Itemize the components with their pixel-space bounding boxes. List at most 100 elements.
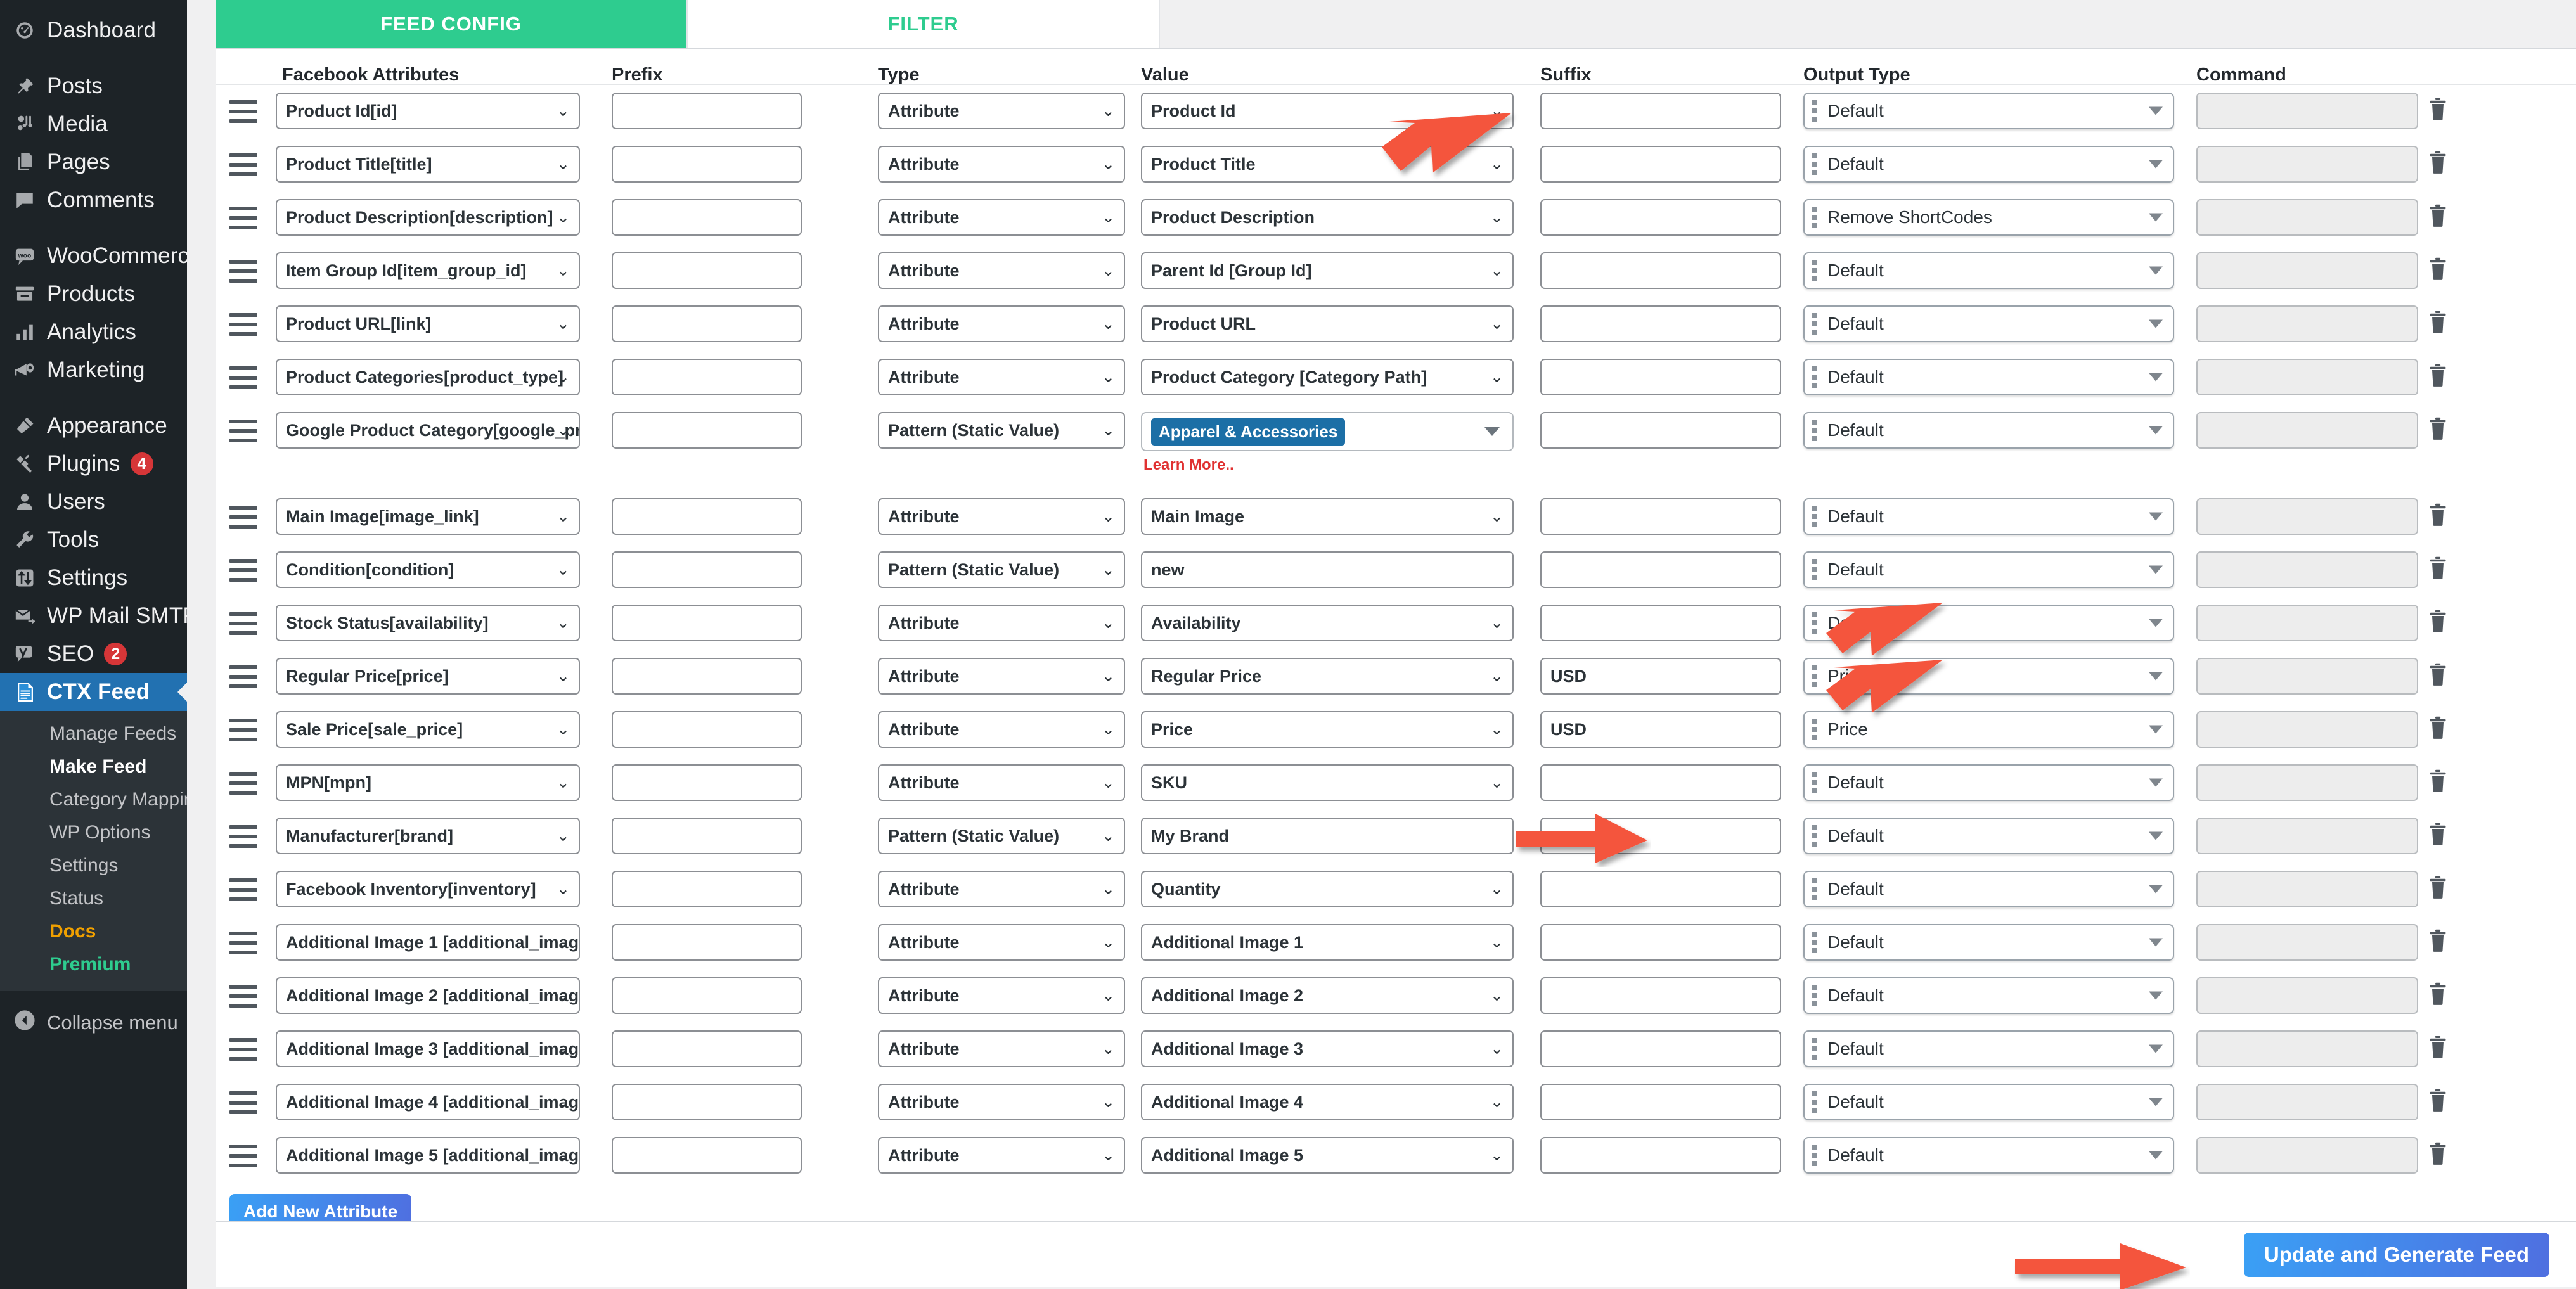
output-type-select[interactable]: Remove ShortCodes	[1803, 199, 2174, 236]
value-select[interactable]: Additional Image 5 ⌄	[1141, 1137, 1514, 1174]
drag-handle-icon[interactable]	[229, 420, 257, 442]
value-select[interactable]: Product Category [Category Path] ⌄	[1141, 359, 1514, 395]
suffix-input[interactable]	[1540, 359, 1781, 395]
suffix-input[interactable]	[1540, 977, 1781, 1014]
sidebar-item-marketing[interactable]: Marketing	[0, 351, 187, 389]
sidebar-item-media[interactable]: Media	[0, 105, 187, 143]
output-type-select[interactable]: Default	[1803, 1084, 2174, 1120]
facebook-attribute-select[interactable]: Product URL[link] ⌄	[276, 305, 580, 342]
output-type-select[interactable]: Default	[1803, 605, 2174, 641]
drag-handle-icon[interactable]	[229, 932, 257, 954]
delete-row-icon[interactable]	[2427, 1142, 2449, 1168]
suffix-input[interactable]	[1540, 818, 1781, 854]
sidebar-item-wp-mail-smtp[interactable]: WP Mail SMTP	[0, 597, 198, 635]
facebook-attribute-select[interactable]: Main Image[image_link] ⌄	[276, 498, 580, 535]
suffix-input[interactable]	[1540, 764, 1781, 801]
suffix-input[interactable]	[1540, 199, 1781, 236]
type-select[interactable]: Pattern (Static Value) ⌄	[878, 818, 1125, 854]
type-select[interactable]: Attribute ⌄	[878, 871, 1125, 907]
drag-handle-icon[interactable]	[229, 100, 257, 123]
submenu-item-settings[interactable]: Settings	[0, 849, 187, 882]
delete-row-icon[interactable]	[2427, 98, 2449, 124]
suffix-input[interactable]	[1540, 1137, 1781, 1174]
type-select[interactable]: Pattern (Static Value) ⌄	[878, 551, 1125, 588]
submenu-item-docs[interactable]: Docs	[0, 915, 187, 948]
suffix-input[interactable]	[1540, 498, 1781, 535]
output-type-select[interactable]: Default	[1803, 1137, 2174, 1174]
facebook-attribute-select[interactable]: Sale Price[sale_price] ⌄	[276, 711, 580, 748]
prefix-input[interactable]	[612, 305, 802, 342]
value-select[interactable]: Price ⌄	[1141, 711, 1514, 748]
submenu-item-make-feed[interactable]: Make Feed	[0, 750, 187, 783]
type-select[interactable]: Attribute ⌄	[878, 359, 1125, 395]
facebook-attribute-select[interactable]: Product Title[title] ⌄	[276, 146, 580, 183]
output-type-select[interactable]: Default	[1803, 498, 2174, 535]
sidebar-item-analytics[interactable]: Analytics	[0, 313, 187, 351]
prefix-input[interactable]	[612, 199, 802, 236]
facebook-attribute-select[interactable]: Facebook Inventory[inventory] ⌄	[276, 871, 580, 907]
prefix-input[interactable]	[612, 977, 802, 1014]
drag-handle-icon[interactable]	[229, 612, 257, 635]
tab-filter[interactable]: FILTER	[688, 0, 1160, 48]
facebook-attribute-select[interactable]: Regular Price[price] ⌄	[276, 658, 580, 695]
type-select[interactable]: Attribute ⌄	[878, 252, 1125, 289]
facebook-attribute-select[interactable]: Additional Image 3 [additional_image_lin…	[276, 1030, 580, 1067]
facebook-attribute-select[interactable]: Stock Status[availability] ⌄	[276, 605, 580, 641]
drag-handle-icon[interactable]	[229, 772, 257, 795]
value-select[interactable]: Additional Image 1 ⌄	[1141, 924, 1514, 961]
output-type-select[interactable]: Default	[1803, 359, 2174, 395]
output-type-select[interactable]: Default	[1803, 551, 2174, 588]
suffix-input[interactable]: USD	[1540, 658, 1781, 695]
output-type-select[interactable]: Default	[1803, 924, 2174, 961]
value-input[interactable]: new	[1141, 551, 1514, 588]
delete-row-icon[interactable]	[2427, 204, 2449, 230]
delete-row-icon[interactable]	[2427, 417, 2449, 443]
prefix-input[interactable]	[612, 818, 802, 854]
drag-handle-icon[interactable]	[229, 506, 257, 529]
suffix-input[interactable]: USD	[1540, 711, 1781, 748]
drag-handle-icon[interactable]	[229, 665, 257, 688]
output-type-select[interactable]: Default	[1803, 252, 2174, 289]
sidebar-item-seo[interactable]: SEO 2	[0, 635, 187, 673]
suffix-input[interactable]	[1540, 412, 1781, 449]
prefix-input[interactable]	[612, 871, 802, 907]
suffix-input[interactable]	[1540, 305, 1781, 342]
type-select[interactable]: Attribute ⌄	[878, 305, 1125, 342]
facebook-attribute-select[interactable]: Additional Image 4 [additional_image_lin…	[276, 1084, 580, 1120]
facebook-attribute-select[interactable]: Product Categories[product_type] ⌄	[276, 359, 580, 395]
suffix-input[interactable]	[1540, 93, 1781, 129]
sidebar-item-products[interactable]: Products	[0, 275, 187, 313]
prefix-input[interactable]	[612, 924, 802, 961]
type-select[interactable]: Attribute ⌄	[878, 605, 1125, 641]
output-type-select[interactable]: Default	[1803, 412, 2174, 449]
drag-handle-icon[interactable]	[229, 1038, 257, 1061]
value-select[interactable]: SKU ⌄	[1141, 764, 1514, 801]
sidebar-item-comments[interactable]: Comments	[0, 181, 187, 219]
suffix-input[interactable]	[1540, 1030, 1781, 1067]
drag-handle-icon[interactable]	[229, 1145, 257, 1167]
prefix-input[interactable]	[612, 93, 802, 129]
prefix-input[interactable]	[612, 764, 802, 801]
sidebar-item-tools[interactable]: Tools	[0, 521, 187, 559]
type-select[interactable]: Attribute ⌄	[878, 711, 1125, 748]
prefix-input[interactable]	[612, 711, 802, 748]
prefix-input[interactable]	[612, 252, 802, 289]
type-select[interactable]: Pattern (Static Value) ⌄	[878, 412, 1125, 449]
drag-handle-icon[interactable]	[229, 366, 257, 389]
submenu-item-status[interactable]: Status	[0, 882, 187, 915]
delete-row-icon[interactable]	[2427, 311, 2449, 337]
output-type-select[interactable]: Price	[1803, 658, 2174, 695]
type-select[interactable]: Attribute ⌄	[878, 1030, 1125, 1067]
delete-row-icon[interactable]	[2427, 876, 2449, 902]
sidebar-item-plugins[interactable]: Plugins 4	[0, 445, 187, 483]
sidebar-item-appearance[interactable]: Appearance	[0, 407, 187, 445]
delete-row-icon[interactable]	[2427, 556, 2449, 582]
drag-handle-icon[interactable]	[229, 985, 257, 1008]
value-select[interactable]: Additional Image 4 ⌄	[1141, 1084, 1514, 1120]
sidebar-item-pages[interactable]: Pages	[0, 143, 187, 181]
delete-row-icon[interactable]	[2427, 663, 2449, 689]
facebook-attribute-select[interactable]: Item Group Id[item_group_id] ⌄	[276, 252, 580, 289]
value-select[interactable]: Product Id ⌄	[1141, 93, 1514, 129]
value-select[interactable]: Main Image ⌄	[1141, 498, 1514, 535]
update-and-generate-feed-button[interactable]: Update and Generate Feed	[2243, 1233, 2549, 1277]
